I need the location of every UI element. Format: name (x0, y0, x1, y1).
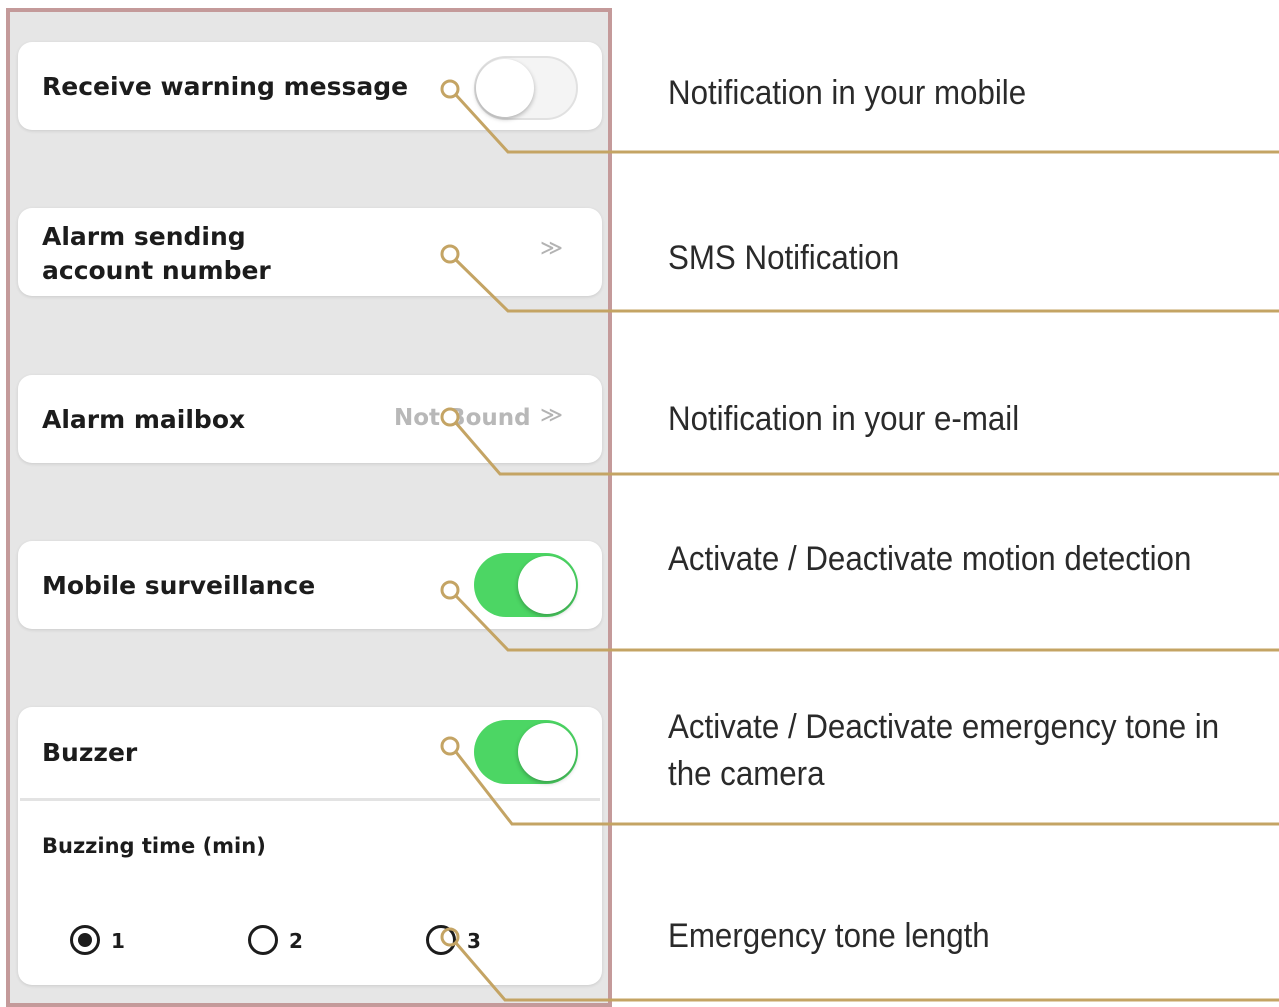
annotation-buzzer-line1: Activate / Deactivate emergency tone in (668, 708, 1220, 746)
buzzing-time-radio-3[interactable] (426, 925, 456, 955)
annotation-receive-warning: Notification in your mobile (668, 74, 1027, 112)
receive-warning-message-row[interactable]: Receive warning message (18, 42, 602, 130)
buzzing-time-option-2: 2 (289, 929, 303, 953)
alarm-mailbox-value: Not Bound (394, 405, 531, 431)
alarm-sending-account-row[interactable]: Alarm sending account number ≫ (18, 208, 602, 296)
toggle-knob (518, 556, 576, 614)
chevron-right-icon: ≫ (540, 403, 563, 428)
mobile-surveillance-row[interactable]: Mobile surveillance (18, 541, 602, 629)
annotation-mobile-surveillance: Activate / Deactivate motion detection (668, 540, 1192, 578)
receive-warning-message-label: Receive warning message (42, 72, 409, 101)
buzzing-time-radio-1[interactable] (70, 925, 100, 955)
buzzer-card: Buzzer Buzzing time (min) 1 2 3 (18, 707, 602, 985)
buzzing-time-radio-2[interactable] (248, 925, 278, 955)
toggle-knob (476, 59, 534, 117)
annotation-alarm-sending: SMS Notification (668, 239, 900, 277)
mobile-surveillance-toggle[interactable] (474, 553, 578, 617)
alarm-mailbox-row[interactable]: Alarm mailbox Not Bound ≫ (18, 375, 602, 463)
alarm-sending-account-label-line2: account number (42, 256, 271, 285)
divider (20, 798, 600, 801)
alarm-mailbox-label: Alarm mailbox (42, 405, 246, 434)
mobile-surveillance-label: Mobile surveillance (42, 571, 316, 600)
buzzer-label: Buzzer (42, 738, 138, 767)
alarm-sending-account-label-line1: Alarm sending (42, 222, 246, 251)
annotation-buzzer-line2: the camera (668, 755, 825, 793)
buzzing-time-option-3: 3 (467, 929, 481, 953)
chevron-right-icon: ≫ (540, 236, 563, 261)
buzzing-time-option-1: 1 (111, 929, 125, 953)
toggle-knob (518, 723, 576, 781)
buzzer-toggle[interactable] (474, 720, 578, 784)
annotation-buzzing-time: Emergency tone length (668, 917, 990, 955)
receive-warning-message-toggle[interactable] (474, 56, 578, 120)
annotation-alarm-mailbox: Notification in your e-mail (668, 400, 1020, 438)
buzzing-time-label: Buzzing time (min) (42, 834, 266, 858)
